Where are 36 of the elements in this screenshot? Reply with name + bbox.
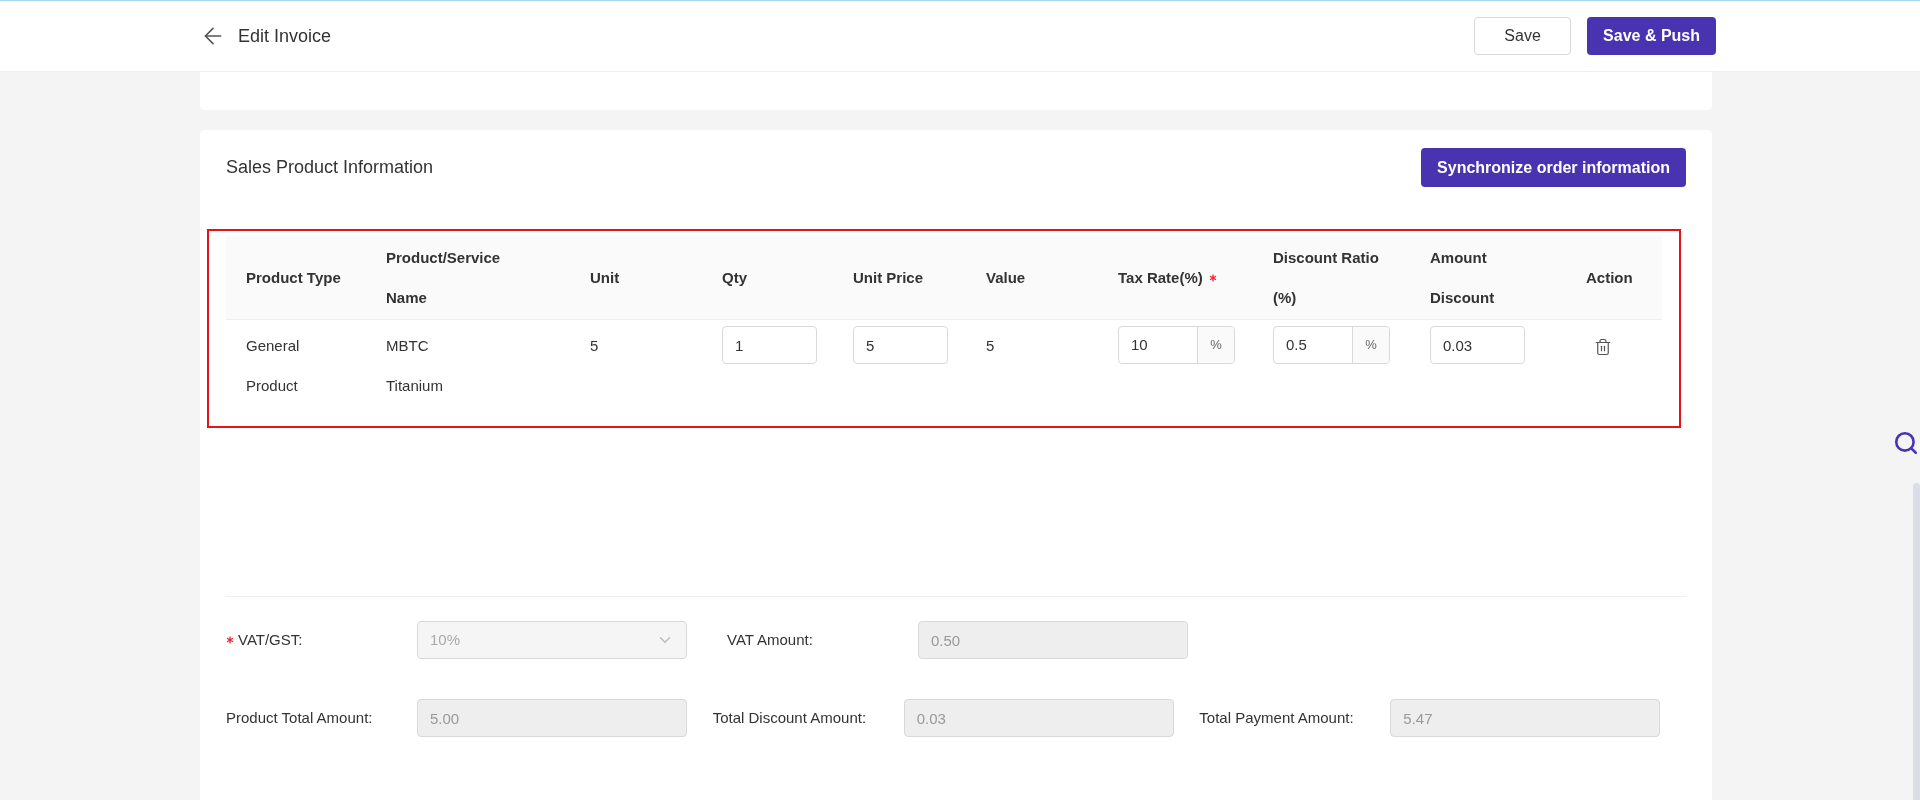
table-cell-text: General Product xyxy=(246,336,301,396)
column-header: Amount Discount xyxy=(1430,247,1496,308)
column-header: Qty xyxy=(722,267,747,288)
column-header: Value xyxy=(986,267,1026,288)
input-field[interactable]: 10 % xyxy=(1118,326,1235,364)
field-label: VAT Amount: xyxy=(727,629,813,650)
select-value: 10% xyxy=(430,629,461,650)
input-field[interactable]: 5 xyxy=(853,326,948,364)
table-cell-text: MBTC Titanium xyxy=(386,336,444,396)
input-field[interactable]: 0.5 % xyxy=(1273,326,1390,364)
section-title: Sales Product Information xyxy=(226,156,434,179)
column-header: Unit xyxy=(590,267,620,288)
input-field[interactable]: 1 xyxy=(722,326,817,364)
save-button[interactable]: Save xyxy=(1474,17,1572,55)
column-header: Tax Rate(%) xyxy=(1118,267,1203,288)
column-header: Product/Service Name xyxy=(386,247,501,308)
delete-icon[interactable] xyxy=(1594,338,1612,356)
column-header: Product Type xyxy=(246,267,341,288)
field-label: Total Discount Amount: xyxy=(712,707,867,728)
column-header: Discount Ratio (%) xyxy=(1273,247,1380,308)
page-title: Edit Invoice xyxy=(238,24,332,48)
table-cell-text: 5 xyxy=(986,336,995,356)
column-header: Action xyxy=(1586,267,1633,288)
column-header: Unit Price xyxy=(853,267,924,288)
input-field[interactable]: 0.03 xyxy=(1430,326,1525,364)
table-cell-text: 5 xyxy=(590,336,599,356)
search-icon[interactable] xyxy=(1893,430,1919,456)
input-field[interactable]: 10 xyxy=(1119,327,1197,363)
input-field[interactable]: 0.5 xyxy=(1274,327,1352,363)
field-label: Total Payment Amount: xyxy=(1199,707,1354,728)
percent-addon: % xyxy=(1352,327,1389,363)
sync-button[interactable]: Synchronize order information xyxy=(1421,148,1686,187)
save-push-button[interactable]: Save & Push xyxy=(1587,17,1716,55)
field-label: Product Total Amount: xyxy=(226,707,373,728)
percent-addon: % xyxy=(1197,327,1234,363)
field-label: VAT/GST: xyxy=(238,629,303,650)
